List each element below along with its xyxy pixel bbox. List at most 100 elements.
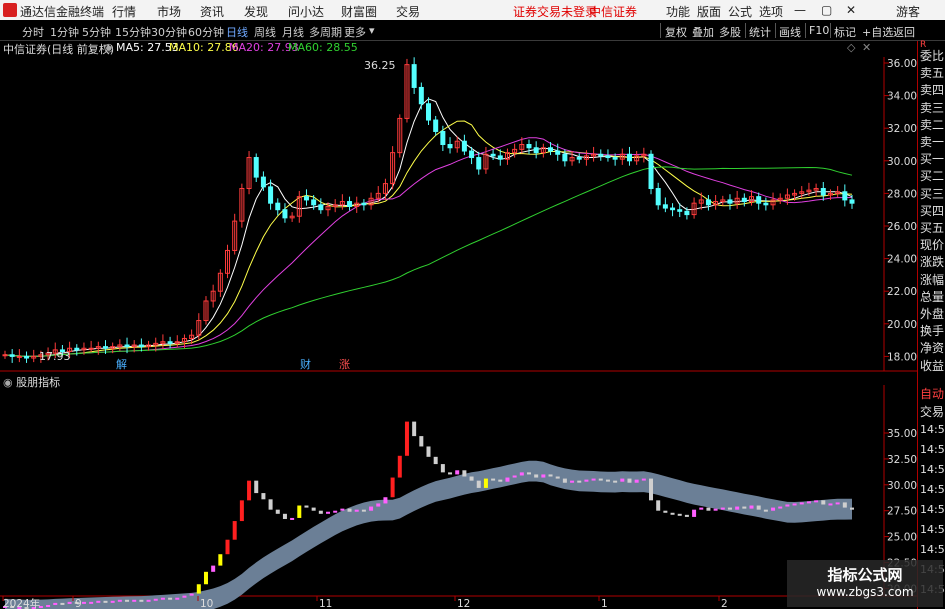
side-label-2: 卖四 <box>920 83 945 98</box>
candle-body <box>2 354 8 357</box>
settings-icon[interactable]: ◉ <box>3 376 13 389</box>
indicator-bar <box>584 479 589 482</box>
indicator-bar <box>426 446 431 457</box>
indicator-bar <box>254 480 259 494</box>
indicator-bar <box>239 500 244 522</box>
indicator-bar <box>182 595 187 598</box>
indicator-bar <box>842 502 847 508</box>
ma20-line <box>4 137 853 357</box>
price-tick-label: 30.00 <box>887 156 917 168</box>
indicator-bar <box>390 477 395 498</box>
event-marker-jie[interactable]: 解 <box>116 357 127 371</box>
indicator-bar <box>634 479 639 483</box>
side-time-6: 14:56 <box>920 543 945 556</box>
candle-body <box>260 176 266 188</box>
indicator-bar <box>290 517 295 520</box>
candle-body <box>124 344 130 348</box>
indicator-bar <box>168 597 173 600</box>
candle-body <box>756 196 762 204</box>
ma10-line <box>4 120 853 357</box>
candle-body <box>311 199 317 206</box>
indicator-bar <box>512 475 517 478</box>
indicator-bar <box>419 436 424 447</box>
date-label: 10 <box>200 598 213 609</box>
candle-body <box>820 188 826 196</box>
indicator-bar <box>670 512 675 515</box>
side-label-18: 收益 <box>920 358 945 373</box>
candle-body <box>476 157 482 170</box>
price-tick-label: 32.00 <box>887 123 917 135</box>
indicator-bar <box>462 470 467 477</box>
indicator-bar <box>326 511 331 514</box>
candle-body <box>612 157 618 160</box>
price-tick-label: 28.00 <box>887 188 917 200</box>
side-label-16: 换手 <box>920 324 945 339</box>
indicator-bar <box>96 600 101 603</box>
indicator-bar <box>785 504 790 507</box>
indicator-bar <box>117 599 122 602</box>
indicator-bar <box>268 499 273 510</box>
indicator-band-fill <box>5 460 852 609</box>
indicator-bar <box>649 478 654 501</box>
candle-body <box>275 202 281 211</box>
candle-body <box>167 341 173 344</box>
side-label-12: 涨跌 <box>920 255 945 270</box>
candle-body <box>598 153 604 157</box>
candle-body <box>490 153 496 157</box>
indicator-band <box>5 460 852 609</box>
candle-body <box>440 130 446 146</box>
indicator-bar <box>562 478 567 483</box>
indicator-bar <box>821 500 826 505</box>
watermark-url: www.zbgs3.com <box>816 585 914 599</box>
indicator-bar <box>81 601 86 604</box>
indicator-bar <box>455 470 460 475</box>
candle-body <box>16 355 22 358</box>
candle-body <box>88 347 94 350</box>
candle-body <box>74 347 80 351</box>
event-marker-zhang[interactable]: 涨 <box>339 358 350 371</box>
watermark-title: 指标公式网 <box>827 566 903 584</box>
low-price-label: 17.93 <box>39 350 71 363</box>
indicator-bar <box>713 508 718 511</box>
candle-body <box>727 199 733 204</box>
indicator-bar <box>433 456 438 465</box>
indicator-bar <box>139 599 144 602</box>
price-tick-label: 36.00 <box>887 58 917 70</box>
indicator-bar <box>699 507 704 510</box>
indicator-bar <box>505 477 510 482</box>
indicator-bar <box>727 507 732 510</box>
side-time-4: 14:56 <box>920 503 945 516</box>
candle-body <box>741 197 747 203</box>
indicator-bar <box>534 474 539 478</box>
candle-body <box>469 150 475 159</box>
indicator-candles <box>3 421 854 609</box>
indicator-tick-label: 25.00 <box>887 532 917 544</box>
candle-body <box>705 199 711 206</box>
indicator-bar <box>605 479 610 482</box>
indicator-bar <box>282 513 287 519</box>
candle-body <box>318 204 324 211</box>
indicator-bar <box>232 521 237 540</box>
indicator-title: ◉ 股朋指标 <box>3 374 60 390</box>
indicator-bar <box>763 509 768 512</box>
indicator-bar <box>383 497 388 504</box>
indicator-bar <box>742 506 747 509</box>
candle-body <box>461 140 467 152</box>
candle-body <box>347 201 353 207</box>
side-time-5: 14:56 <box>920 523 945 536</box>
indicator-bar <box>756 505 761 510</box>
event-marker-cai[interactable]: 财 <box>300 357 311 371</box>
indicator-bar <box>412 421 417 437</box>
indicator-bar <box>692 509 697 517</box>
indicator-bar <box>311 507 316 511</box>
candle-body <box>849 199 855 204</box>
price-tick-label: 26.00 <box>887 221 917 233</box>
side-time-1: 14:56 <box>920 443 945 456</box>
kline-chart-area[interactable]: 36.00 34.00 32.00 30.00 28.00 26.00 24.00 22.00… <box>0 0 917 609</box>
side-label-13: 涨幅 <box>920 272 945 287</box>
indicator-bar <box>247 480 252 501</box>
candle-body <box>447 144 453 149</box>
side-time-0: 14:56 <box>920 423 945 436</box>
price-tick-label: 34.00 <box>887 91 917 103</box>
candle-body <box>763 202 769 206</box>
